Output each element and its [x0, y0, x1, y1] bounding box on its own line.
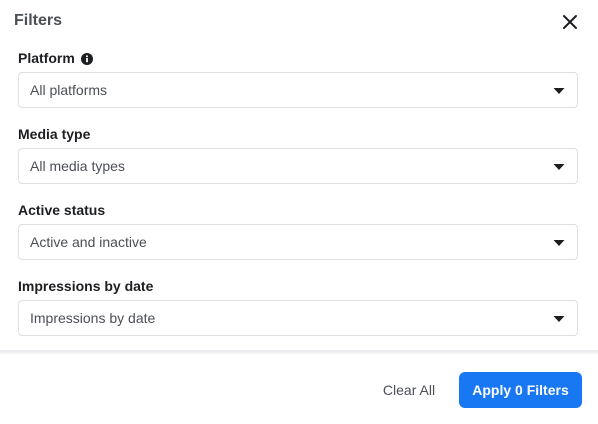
close-button[interactable]	[558, 10, 582, 34]
dialog-body: Platform All platforms Media type All me…	[0, 44, 598, 350]
impressions-select[interactable]: Impressions by date	[18, 300, 578, 336]
filters-dialog: Filters Platform All platforms Media typ…	[0, 0, 598, 424]
active-status-select[interactable]: Active and inactive	[18, 224, 578, 260]
media-type-label-text: Media type	[18, 126, 91, 142]
active-status-label-text: Active status	[18, 202, 106, 218]
impressions-label: Impressions by date	[18, 278, 153, 294]
caret-down-icon	[553, 240, 565, 246]
close-icon	[563, 15, 577, 29]
caret-down-icon	[553, 316, 565, 322]
apply-filters-button[interactable]: Apply 0 Filters	[459, 372, 582, 408]
media-type-select-value: All media types	[30, 158, 125, 174]
clear-all-button[interactable]: Clear All	[372, 372, 446, 408]
dialog-header: Filters	[0, 0, 598, 44]
impressions-select-value: Impressions by date	[30, 310, 156, 326]
platform-select[interactable]: All platforms	[18, 72, 578, 108]
platform-label: Platform	[18, 50, 93, 66]
platform-label-text: Platform	[18, 50, 75, 66]
media-type-select[interactable]: All media types	[18, 148, 578, 184]
platform-select-value: All platforms	[30, 82, 108, 98]
caret-down-icon	[553, 164, 565, 170]
active-status-label: Active status	[18, 202, 105, 218]
caret-down-icon	[553, 88, 565, 94]
info-icon[interactable]	[80, 52, 93, 65]
dialog-title: Filters	[14, 12, 63, 29]
media-type-label: Media type	[18, 126, 90, 142]
dialog-footer: Clear All Apply 0 Filters	[0, 354, 598, 424]
impressions-label-text: Impressions by date	[18, 278, 154, 294]
active-status-select-value: Active and inactive	[30, 234, 147, 250]
